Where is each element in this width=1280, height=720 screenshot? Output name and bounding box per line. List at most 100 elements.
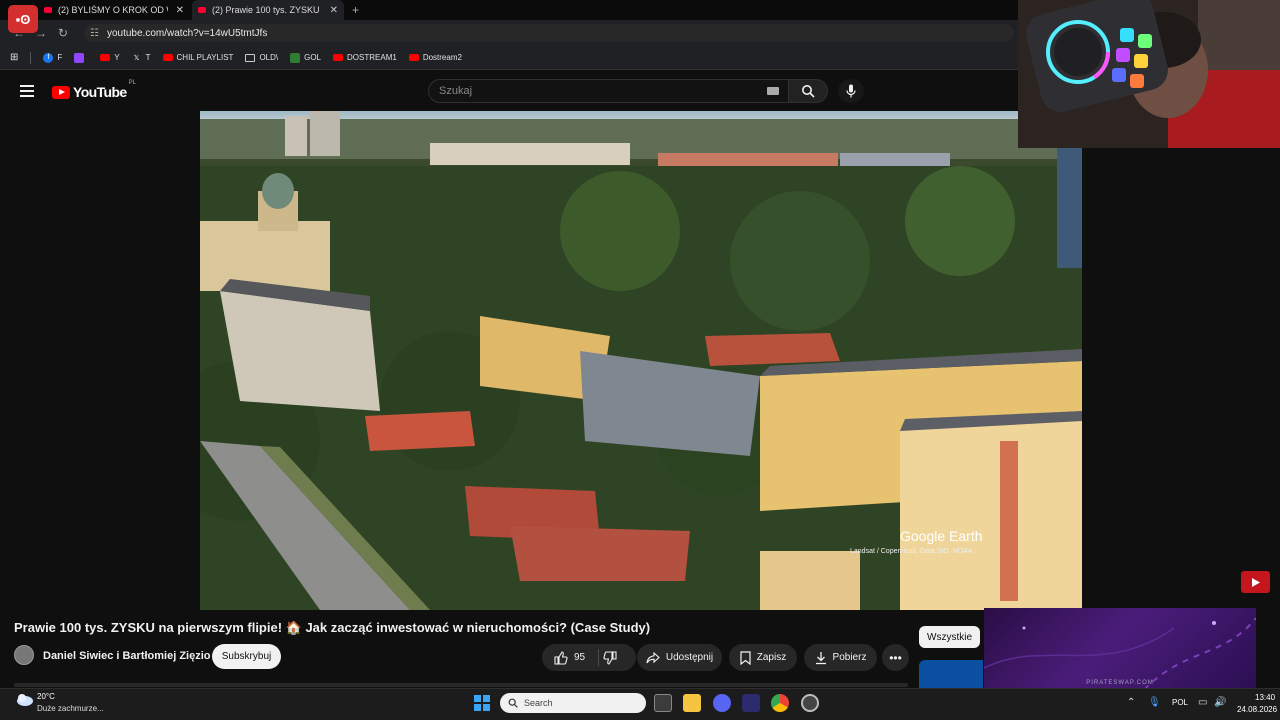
task-view-icon[interactable] [654,694,672,712]
search-button[interactable] [788,79,828,103]
bookmark-label: Y [114,53,120,62]
like-count: 95 [574,652,586,663]
youtube-favicon-icon [44,7,52,13]
share-label: Udostępnij [665,652,714,663]
taskbar-search[interactable]: Search [500,693,646,713]
video-edge-building [1057,148,1082,268]
tab-title: (2) BYLIŚMY O KROK OD WOJN [58,5,168,15]
dislike-button[interactable] [603,650,623,665]
download-button[interactable]: Pobierz [804,644,877,671]
channel-avatar[interactable] [14,645,34,665]
language-indicator[interactable]: POL [1172,698,1188,707]
close-tab-icon[interactable]: ✕ [176,5,184,16]
bookmark-label: CHIL PLAYLIST [176,53,234,62]
thumbs-down-icon [603,650,617,665]
bookmark-label: T [145,53,151,62]
streamer-logo: ▪ʘ [8,5,38,33]
bookmark-label: DOSTREAM1 [347,53,397,62]
bookmark-label: F [57,53,63,62]
recommendation-card[interactable] [919,660,983,690]
bookmark-dostream1[interactable]: DOSTREAM1 [333,53,397,62]
apps-grid-icon[interactable]: ⊞ [10,52,18,63]
youtube-favicon-icon [198,7,206,13]
site-settings-icon[interactable]: ☷ [90,28,99,39]
video-title: Prawie 100 tys. ZYSKU na pierwszym flipi… [14,620,651,635]
file-explorer-icon[interactable] [683,694,701,712]
windows-start-icon[interactable] [474,695,490,711]
bookmark-t[interactable]: 𝕏T [132,53,151,63]
close-tab-icon[interactable]: ✕ [330,5,338,16]
sponsor-overlay [984,608,1256,690]
new-tab-button[interactable]: + [352,0,366,20]
download-icon [815,651,826,664]
channel-name[interactable]: Daniel Siwiec i Bartłomiej Zięzio [43,650,211,662]
bookmark-icon [740,650,751,665]
weather-condition[interactable]: Duże zachmurze... [37,704,104,713]
bookmark-dostream2[interactable]: Dostream2 [408,53,462,62]
facebook-icon: f [43,52,54,63]
discord-icon[interactable] [713,694,731,712]
subscribe-button[interactable]: Subskrybuj [212,644,281,669]
chevron-up-icon[interactable]: ⌃ [1127,697,1135,708]
bookmark-label: GOL [304,53,322,62]
youtube-wordmark: YouTube [73,84,127,100]
search-icon [508,698,518,708]
imagery-credit: Landsat / Copernicus, Data SIO, NOAA [850,548,973,555]
address-bar[interactable]: ☷ youtube.com/watch?v=14wU5tmtJfs [84,24,1014,42]
country-code: PL [128,80,136,86]
horizontal-scrollbar[interactable] [14,683,908,687]
obs-icon[interactable] [801,694,819,712]
clock-time[interactable]: 13:40 [1255,693,1275,702]
sponsor-graphic [984,617,1256,690]
youtube-icon [333,54,344,61]
save-label: Zapisz [756,652,787,663]
reload-icon[interactable]: ↻ [52,26,74,40]
folder-icon [245,53,256,62]
youtube-play-icon [52,85,70,99]
microphone-tray-icon[interactable]: 🎙 [1148,697,1161,708]
bookmark-separator [30,51,32,64]
x-icon: 𝕏 [133,54,140,62]
twitch-icon [74,52,85,63]
bookmark-gol[interactable]: GOL [290,52,322,63]
chrome-icon[interactable] [771,694,789,712]
youtube-subscribe-badge [1241,571,1270,593]
chip-all[interactable]: Wszystkie [919,626,980,648]
search-input[interactable]: Szukaj [428,79,788,103]
download-label: Pobierz [832,652,867,663]
tab-1[interactable]: (2) BYLIŚMY O KROK OD WOJN ✕ [38,0,190,20]
cloud-icon [17,694,33,706]
network-icon[interactable]: ▭ [1198,697,1207,708]
google-earth-watermark: Google Earth [900,528,983,544]
gol-icon [290,52,301,63]
perplexity-icon[interactable] [742,694,760,712]
tab-title: (2) Prawie 100 tys. ZYSKU na pi [212,5,322,15]
bookmark-label: Dostream2 [422,53,462,62]
share-icon [646,651,660,663]
bookmark-label: OLD\ [259,53,279,62]
volume-icon[interactable]: 🔊 [1214,697,1226,708]
youtube-icon [408,54,419,61]
youtube-logo[interactable]: YouTube PL [52,80,136,100]
webcam-scene [1018,0,1280,148]
save-button[interactable]: Zapisz [729,644,797,671]
clock-date[interactable]: 24.08.2026 [1237,705,1277,714]
bookmark-chil-playlist[interactable]: CHIL PLAYLIST [162,53,234,62]
bookmark-y[interactable]: Y [100,53,120,62]
weather-temperature[interactable]: 20°C [37,692,55,701]
tab-2-active[interactable]: (2) Prawie 100 tys. ZYSKU na pi ✕ [192,0,344,20]
keyboard-icon[interactable] [767,87,779,95]
youtube-icon [100,54,111,61]
bookmark-f[interactable]: fF [43,52,63,63]
bookmark-folder-old[interactable]: OLD\ [245,53,278,62]
like-button[interactable]: 95 [554,650,586,665]
bookmark-twitch[interactable] [74,52,88,63]
youtube-icon [162,54,173,61]
share-button[interactable]: Udostępnij [637,644,722,671]
streamer-webcam [1018,0,1280,148]
more-actions-button[interactable]: ••• [882,644,909,671]
sponsor-brand: PIRATESWAP.COM [1086,680,1154,686]
menu-hamburger-icon[interactable] [20,85,34,97]
voice-search-button[interactable] [838,79,864,103]
search-icon [802,85,815,98]
